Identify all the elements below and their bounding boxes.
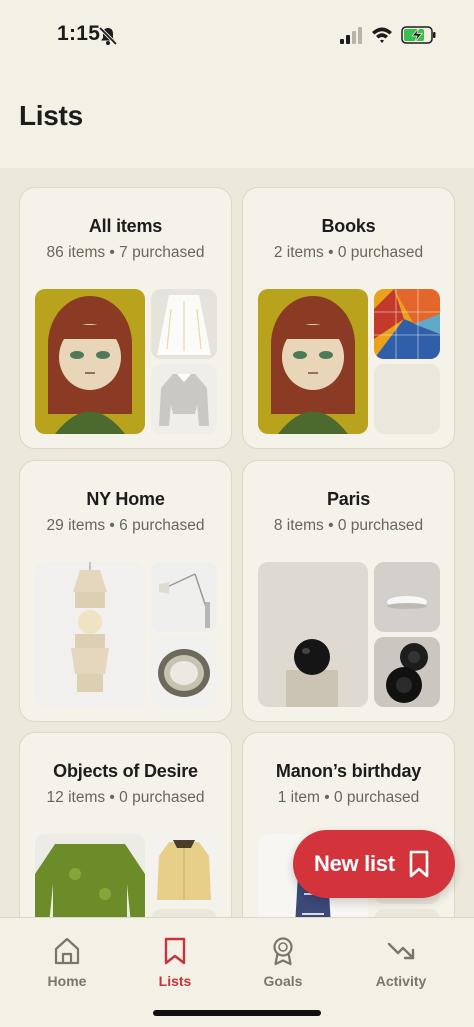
- header: Lists: [0, 70, 474, 168]
- new-list-label: New list: [314, 851, 395, 876]
- bookmark-icon: [409, 850, 429, 878]
- bell-slash-icon: [98, 26, 118, 46]
- list-subtitle: 86 items • 7 purchased: [46, 244, 205, 261]
- tab-label: Lists: [158, 973, 192, 989]
- list-subtitle: 8 items • 0 purchased: [273, 517, 424, 534]
- award-icon: [273, 937, 293, 966]
- list-subtitle: 29 items • 6 purchased: [46, 517, 205, 534]
- cellular-signal-icon: [340, 27, 362, 44]
- tab-label: Activity: [375, 973, 427, 989]
- list-thumbnail-white-pillow: [374, 562, 440, 632]
- battery-charging-icon: [401, 26, 436, 44]
- status-bar: 1:15: [0, 0, 474, 70]
- list-title: NY Home: [86, 489, 165, 509]
- wifi-icon: [372, 27, 392, 43]
- list-title: Paris: [326, 489, 371, 509]
- list-title: Objects of Desire: [53, 761, 198, 781]
- home-indicator[interactable]: [153, 1010, 321, 1016]
- tab-label: Goals: [263, 973, 303, 989]
- list-subtitle: 1 item • 0 purchased: [277, 789, 420, 806]
- tab-home[interactable]: Home: [17, 936, 117, 996]
- list-thumbnail-white-skirt: [151, 289, 217, 359]
- list-thumbnail-yellow-jacket: [151, 834, 217, 904]
- home-icon: [54, 937, 80, 965]
- list-title: All items: [88, 216, 163, 236]
- list-title: Manon’s birthday: [275, 761, 422, 781]
- list-thumbnail-pendant-lamp: [35, 562, 145, 707]
- page-title: Lists: [19, 100, 83, 131]
- list-thumbnail-wall-lamp: [151, 562, 217, 632]
- list-thumbnail-empty: [374, 364, 440, 434]
- list-thumbnail-grey-sweater: [151, 364, 217, 434]
- list-thumbnail-black-dishes: [374, 637, 440, 707]
- list-title: Books: [321, 216, 376, 236]
- list-thumbnail-portrait-painting: [258, 289, 368, 434]
- tab-label: Home: [47, 973, 87, 989]
- list-card-ny-home[interactable]: NY Home 29 items • 6 purchased: [19, 460, 232, 722]
- list-subtitle: 2 items • 0 purchased: [273, 244, 424, 261]
- new-list-button[interactable]: New list: [293, 830, 455, 898]
- list-thumbnail-black-vase: [258, 562, 368, 707]
- bookmark-icon: [164, 937, 186, 965]
- tab-lists[interactable]: Lists: [125, 936, 225, 996]
- tab-goals[interactable]: Goals: [233, 936, 333, 996]
- list-subtitle: 12 items • 0 purchased: [46, 789, 205, 806]
- list-card-paris[interactable]: Paris 8 items • 0 purchased: [242, 460, 455, 722]
- list-thumbnail-round-mirror: [151, 637, 217, 707]
- list-thumbnail-portrait-painting: [35, 289, 145, 434]
- status-time: 1:15: [57, 22, 101, 45]
- list-thumbnail-colorful-book: [374, 289, 440, 359]
- trend-down-icon: [387, 942, 415, 960]
- list-card-books[interactable]: Books 2 items • 0 purchased: [242, 187, 455, 449]
- list-card-all-items[interactable]: All items 86 items • 7 purchased: [19, 187, 232, 449]
- tab-activity[interactable]: Activity: [351, 936, 451, 996]
